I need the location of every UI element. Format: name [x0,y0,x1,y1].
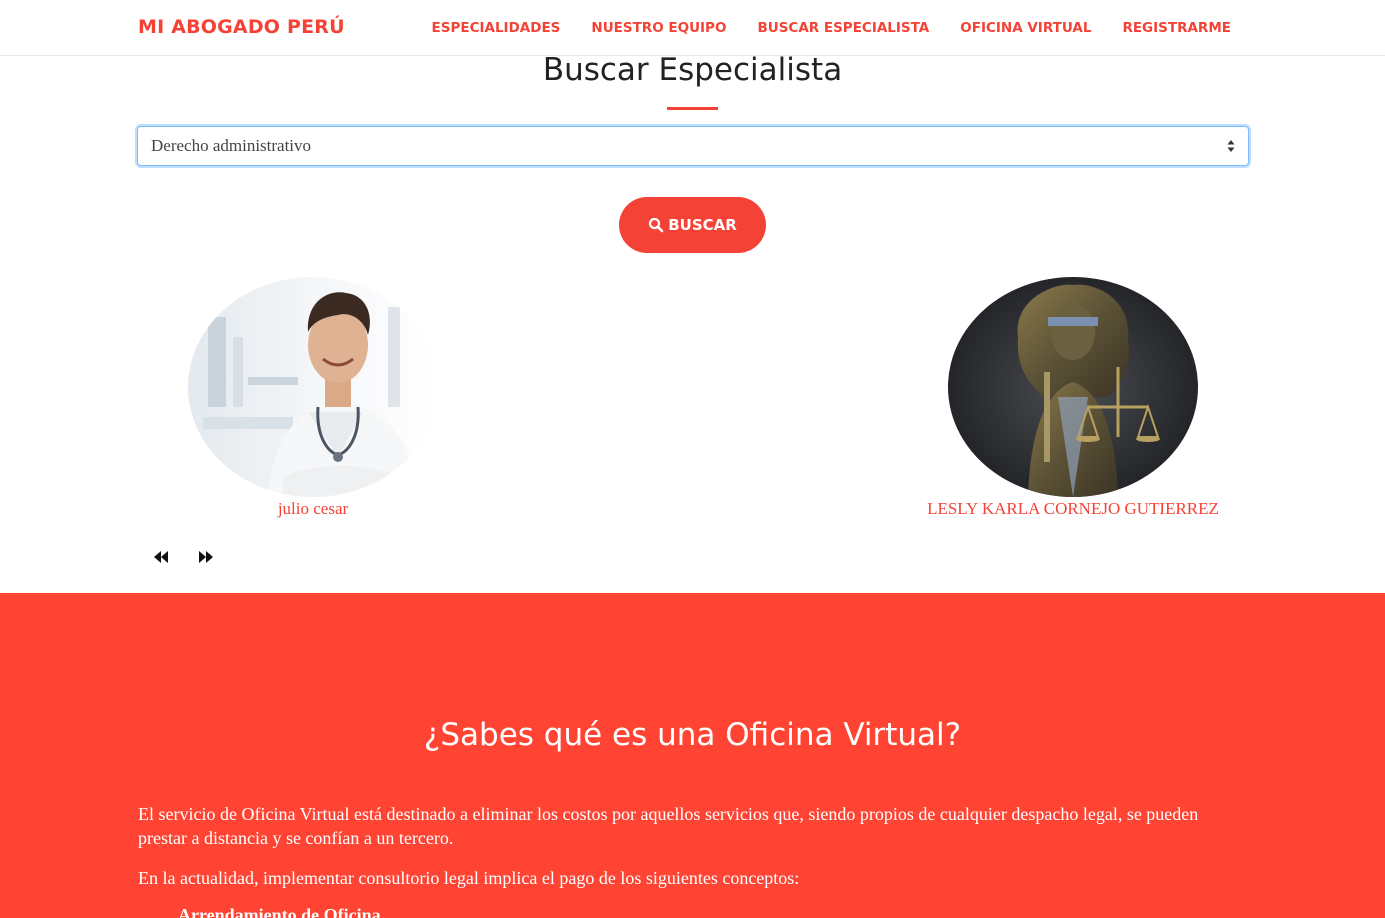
specialist-1-name[interactable]: julio cesar [188,499,438,519]
nav-registrarme[interactable]: REGISTRARME [1122,20,1231,36]
forward-icon [197,551,215,570]
specialty-select-value: Derecho administrativo [151,136,312,155]
search-button[interactable]: BUSCAR [619,197,766,253]
concept-list-item: Arrendamiento de Oficina [178,905,381,918]
search-button-label: BUSCAR [668,216,737,234]
nav-buscar-especialista[interactable]: BUSCAR ESPECIALISTA [757,20,929,36]
specialty-select[interactable]: Derecho administrativo [137,126,1249,166]
oficina-virtual-section: ¿Sabes qué es una Oficina Virtual? El se… [0,593,1385,918]
search-icon [648,217,664,233]
carousel-prev-button[interactable] [152,548,172,566]
oficina-virtual-paragraph-1: El servicio de Oficina Virtual está dest… [138,804,1199,848]
specialist-1-avatar[interactable] [188,277,438,497]
title-underline [667,107,718,110]
oficina-virtual-title: ¿Sabes qué es una Oficina Virtual? [423,717,962,753]
specialist-2-name[interactable]: LESLY KARLA CORNEJO GUTIERREZ [898,499,1248,519]
top-navbar: MI ABOGADO PERÚ ESPECIALIDADES NUESTRO E… [0,0,1385,56]
nav-nuestro-equipo[interactable]: NUESTRO EQUIPO [591,20,726,36]
oficina-virtual-paragraph-2: En la actualidad, implementar consultori… [138,868,800,888]
nav-especialidades[interactable]: ESPECIALIDADES [432,20,561,36]
brand-logo-text[interactable]: MI ABOGADO PERÚ [138,16,345,38]
nav-oficina-virtual[interactable]: OFICINA VIRTUAL [960,20,1091,36]
nav-links: ESPECIALIDADES NUESTRO EQUIPO BUSCAR ESP… [401,20,1231,36]
carousel-next-button[interactable] [197,548,217,566]
backward-icon [152,551,170,570]
search-section-title: Buscar Especialista [542,52,843,88]
select-arrows-icon [1227,138,1235,154]
specialist-2-avatar[interactable] [948,277,1198,497]
